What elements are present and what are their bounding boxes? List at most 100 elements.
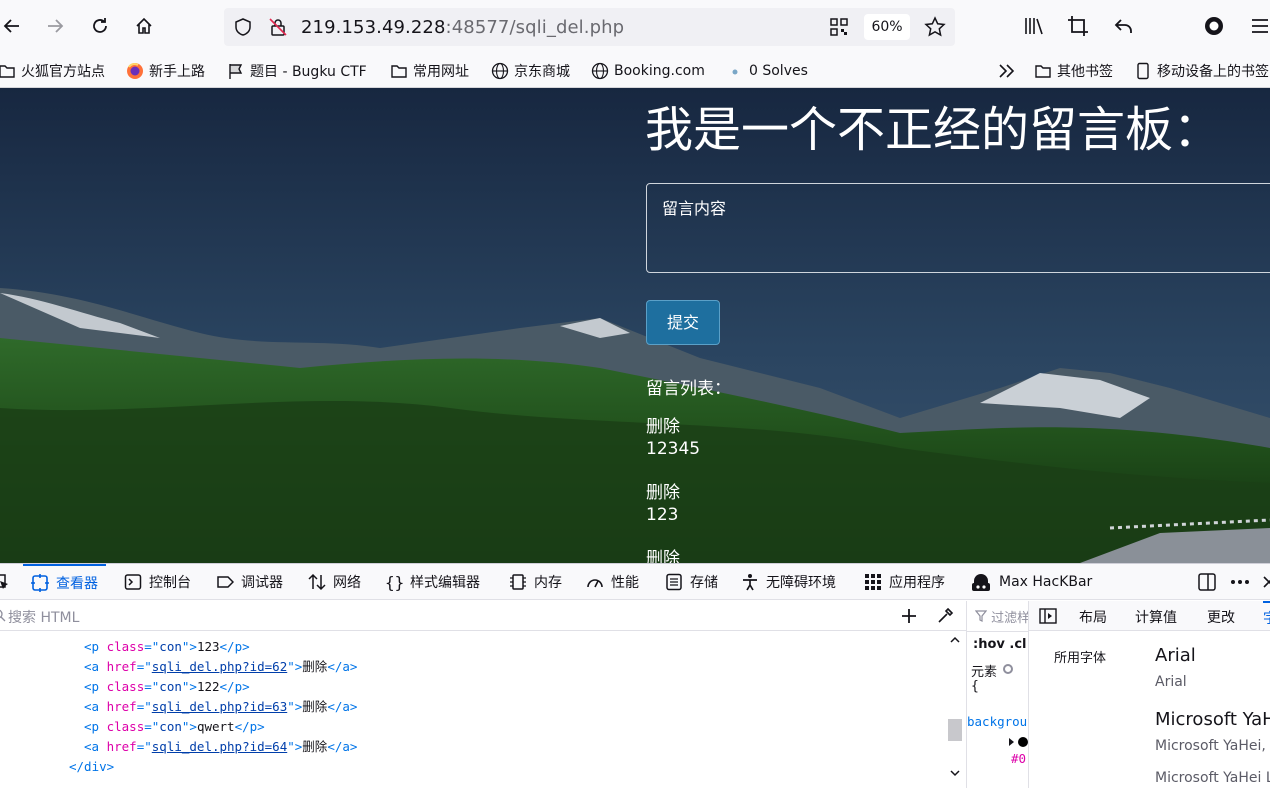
bookmark-item[interactable]: Booking.com	[591, 60, 705, 82]
add-node-icon[interactable]	[900, 607, 918, 625]
html-node[interactable]: <a href="sqli_del.php?id=64">删除</a>	[84, 737, 357, 757]
tab-application[interactable]: 应用程序	[864, 564, 945, 600]
html-node[interactable]: <p class="con">123</p>	[84, 637, 250, 657]
zoom-level-button[interactable]: 60%	[864, 14, 910, 40]
html-node[interactable]: <p class="con">qwert</p>	[84, 717, 265, 737]
dock-side-button[interactable]	[1197, 564, 1217, 600]
tab-layout[interactable]: 布局	[1079, 607, 1107, 627]
back-arrow-icon	[3, 19, 19, 33]
font-detail: Microsoft YaHei Li	[1155, 770, 1270, 786]
bookmark-label: 火狐官方站点	[21, 64, 105, 80]
page-title: 我是一个不正经的留言板：	[645, 102, 1222, 158]
tab-debugger[interactable]: 调试器	[216, 564, 283, 600]
star-icon[interactable]	[924, 16, 946, 38]
library-icon	[1025, 18, 1043, 35]
code-scrollbar[interactable]	[946, 633, 964, 783]
tab-fonts[interactable]: 字	[1263, 601, 1270, 628]
more-options-button[interactable]	[1229, 564, 1251, 600]
undo-button[interactable]	[1108, 10, 1140, 42]
bookmark-item[interactable]: 0 Solves	[726, 60, 808, 82]
back-button[interactable]	[0, 10, 28, 42]
message-content: 12345	[646, 439, 701, 459]
search-placeholder: 搜索 HTML	[8, 610, 80, 626]
chevron-double-right-icon	[999, 64, 1015, 78]
side-tabbar: 布局 计算值 更改 字	[1029, 601, 1270, 631]
bookmark-item[interactable]: 京东商城	[491, 60, 570, 82]
tab-storage[interactable]: 存储	[665, 564, 718, 600]
menu-icon	[1252, 19, 1268, 33]
bookmark-item[interactable]: 火狐官方站点	[0, 60, 105, 82]
profile-button[interactable]	[1198, 10, 1230, 42]
tab-network[interactable]: 网络	[308, 564, 361, 600]
url-bar[interactable]: 219.153.49.228:48577/sqli_del.php 60%	[224, 8, 955, 46]
bookmark-item[interactable]: 新手上路	[126, 60, 205, 82]
bookmark-label: Booking.com	[614, 63, 705, 79]
bookmarks-overflow-button[interactable]	[997, 60, 1017, 82]
font-name: Microsoft YaHei	[1155, 709, 1270, 730]
tab-accessibility[interactable]: 无障碍环境	[741, 564, 836, 600]
html-node[interactable]: <a href="sqli_del.php?id=62">删除</a>	[84, 657, 357, 677]
debugger-icon	[216, 573, 235, 591]
close-devtools-button[interactable]	[1262, 564, 1270, 600]
submit-button[interactable]: 提交	[646, 300, 720, 345]
reload-button[interactable]	[84, 10, 116, 42]
mobile-bookmarks[interactable]: 移动设备上的书签	[1134, 60, 1269, 82]
tab-label: 控制台	[149, 575, 191, 591]
hov-toggle[interactable]: :hov	[973, 637, 1005, 652]
library-button[interactable]	[1018, 10, 1050, 42]
side-pane: 布局 计算值 更改 字 所用字体 Arial Arial Microsoft Y…	[1028, 601, 1270, 788]
eyedropper-icon[interactable]	[936, 607, 954, 625]
tab-changes[interactable]: 更改	[1207, 607, 1235, 627]
tab-performance[interactable]: 性能	[586, 564, 639, 600]
tab-style-editor[interactable]: {} 样式编辑器	[385, 564, 480, 600]
url-text[interactable]: 219.153.49.228:48577/sqli_del.php	[301, 17, 624, 38]
firefox-icon	[126, 62, 144, 80]
html-node[interactable]: <p class="con">122</p>	[84, 677, 250, 697]
tab-console[interactable]: 控制台	[124, 564, 191, 600]
braces-icon: {}	[385, 573, 404, 592]
dock-side-icon	[1198, 573, 1216, 591]
html-search-input[interactable]: 搜索 HTML	[0, 601, 966, 631]
css-property[interactable]: backgrou	[967, 714, 1027, 729]
font-name: Arial	[1155, 645, 1196, 666]
bookmark-item[interactable]: 常用网址	[390, 60, 469, 82]
html-node[interactable]: </div>	[69, 757, 114, 777]
menu-button[interactable]	[1244, 10, 1270, 42]
tab-label: 样式编辑器	[410, 575, 480, 591]
rules-pane: 过滤样 :hov .cl 元素 { backgrou #0(	[966, 601, 1028, 788]
svg-text:{}: {}	[385, 573, 404, 591]
message-content: 123	[646, 505, 679, 525]
forward-button[interactable]	[39, 10, 71, 42]
delete-link[interactable]: 删除	[646, 478, 680, 503]
other-bookmarks[interactable]: 其他书签	[1034, 60, 1113, 82]
html-node[interactable]: <a href="sqli_del.php?id=63">删除</a>	[84, 697, 357, 717]
tab-label: 内存	[534, 575, 562, 591]
toggle-pane-icon[interactable]	[1039, 608, 1057, 624]
gear-icon[interactable]	[1001, 662, 1015, 676]
rules-filter-input[interactable]: 过滤样	[974, 607, 1028, 626]
cls-toggle[interactable]: .cl	[1009, 637, 1026, 652]
bookmark-label: 京东商城	[514, 64, 570, 80]
home-button[interactable]	[128, 10, 160, 42]
delete-link[interactable]: 删除	[646, 412, 680, 437]
search-icon	[0, 609, 6, 622]
tab-inspector[interactable]: 查看器	[23, 564, 106, 600]
font-detail: Microsoft YaHei,	[1155, 738, 1266, 754]
element-picker-button[interactable]	[0, 564, 10, 600]
tab-label: Max HacKBar	[999, 574, 1093, 590]
shield-icon[interactable]	[233, 17, 253, 37]
tab-computed[interactable]: 计算值	[1135, 607, 1177, 627]
href-link[interactable]: sqli_del.php?id=64	[152, 739, 287, 754]
href-link[interactable]: sqli_del.php?id=63	[152, 699, 287, 714]
insecure-lock-icon[interactable]	[268, 17, 288, 37]
inspector-icon	[31, 574, 49, 592]
href-link[interactable]: sqli_del.php?id=62	[152, 659, 287, 674]
message-textarea[interactable]: 留言内容	[646, 183, 1270, 273]
crop-button[interactable]	[1062, 10, 1094, 42]
message-list-label: 留言列表：	[646, 379, 731, 399]
tab-memory[interactable]: 内存	[509, 564, 562, 600]
qr-code-icon[interactable]	[829, 17, 849, 37]
bookmark-item[interactable]: 题目 - Bugku CTF	[227, 60, 367, 82]
delete-link[interactable]: 删除	[646, 544, 680, 563]
tab-hackbar[interactable]: Max HacKBar	[970, 564, 1092, 600]
